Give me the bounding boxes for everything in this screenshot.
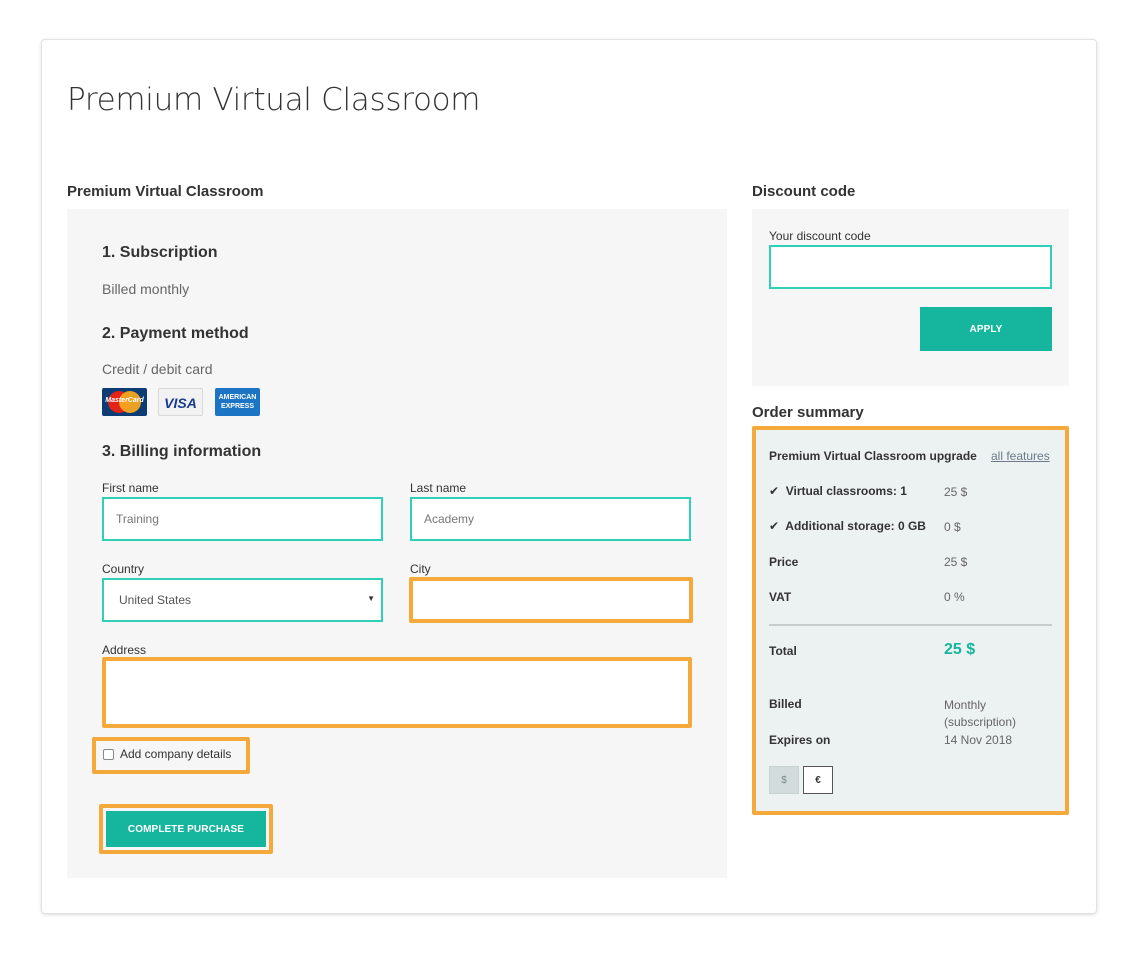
address-input[interactable]: [102, 657, 692, 728]
company-details-label[interactable]: Add company details: [120, 747, 231, 761]
page-title: Premium Virtual Classroom: [67, 82, 481, 118]
payment-text: Credit / debit card: [102, 361, 213, 377]
payment-heading: 2. Payment method: [102, 325, 249, 342]
summary-vat-value: 0 %: [944, 590, 965, 604]
summary-price-label: Price: [769, 555, 799, 569]
city-label: City: [410, 562, 431, 576]
summary-product-name: Premium Virtual Classroom upgrade: [769, 449, 977, 463]
discount-code-input[interactable]: [769, 245, 1052, 289]
amex-logo: AMERICAN EXPRESS: [215, 388, 260, 416]
summary-total-value: 25 $: [944, 641, 976, 658]
summary-expires-label: Expires on: [769, 733, 831, 747]
order-summary-heading: Order summary: [752, 404, 864, 421]
dropdown-arrow-icon: ▼: [367, 594, 375, 603]
visa-logo: VISA: [158, 388, 203, 416]
summary-item-classrooms: ✔ Virtual classrooms: 1: [769, 484, 907, 498]
company-details-checkbox[interactable]: [103, 749, 114, 760]
currency-usd-button[interactable]: $: [769, 766, 799, 794]
first-name-input[interactable]: Training: [102, 497, 383, 541]
summary-expires-value: 14 Nov 2018: [944, 733, 1013, 747]
apply-button[interactable]: APPLY: [920, 307, 1052, 351]
summary-vat-label: VAT: [769, 590, 792, 604]
country-select[interactable]: United States ▼: [102, 578, 383, 622]
subscription-heading: 1. Subscription: [102, 244, 218, 261]
last-name-input[interactable]: Academy: [410, 497, 691, 541]
checkout-form-panel: [67, 209, 727, 878]
subscription-text: Billed monthly: [102, 281, 190, 297]
discount-heading: Discount code: [752, 183, 856, 200]
address-label: Address: [102, 643, 147, 657]
first-name-label: First name: [102, 481, 159, 495]
check-icon: ✔: [769, 484, 780, 498]
mastercard-logo: MasterCard: [102, 388, 147, 416]
complete-purchase-button[interactable]: COMPLETE PURCHASE: [106, 811, 266, 847]
discount-field-label: Your discount code: [769, 229, 871, 243]
summary-billed-label: Billed: [769, 697, 802, 711]
summary-total-label: Total: [769, 644, 797, 658]
summary-price-value: 25 $: [944, 555, 968, 569]
all-features-link[interactable]: all features: [991, 449, 1051, 463]
billing-heading: 3. Billing information: [102, 443, 262, 460]
left-section-heading: Premium Virtual Classroom: [67, 183, 264, 200]
last-name-label: Last name: [410, 481, 467, 495]
country-selected-value: United States: [119, 593, 192, 607]
summary-billed-value: Monthly (subscription): [944, 698, 1017, 729]
summary-divider: [769, 624, 1052, 626]
summary-item-storage: ✔ Additional storage: 0 GB: [769, 519, 926, 533]
check-icon: ✔: [769, 519, 780, 533]
country-label: Country: [102, 562, 145, 576]
summary-item-classrooms-value: 25 $: [944, 485, 968, 499]
currency-eur-button[interactable]: €: [803, 766, 833, 794]
summary-item-storage-value: 0 $: [944, 520, 961, 534]
city-input[interactable]: [409, 577, 693, 623]
